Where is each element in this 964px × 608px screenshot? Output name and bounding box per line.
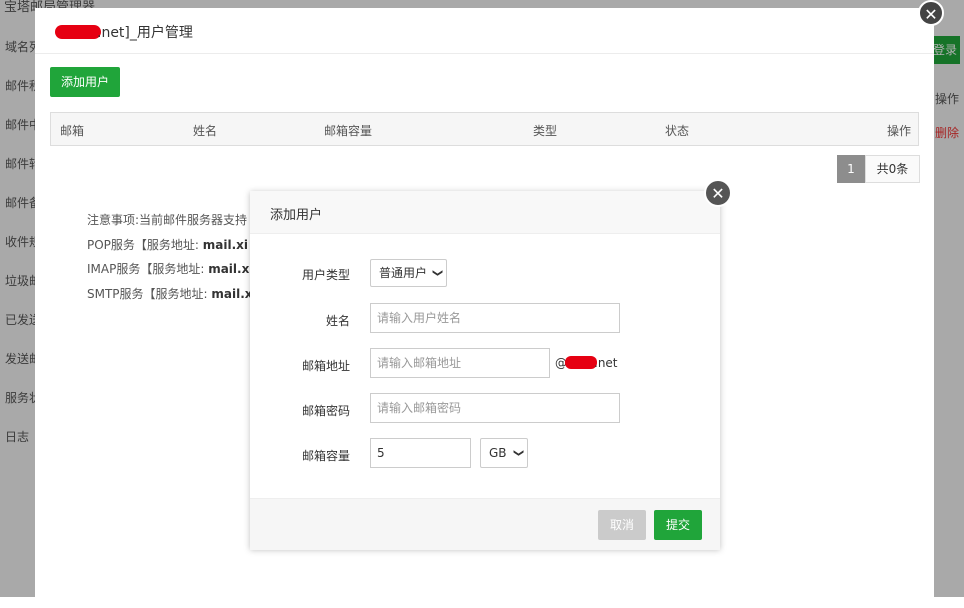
email-label: 邮箱地址 [301, 359, 350, 373]
column-type: 类型 [533, 124, 558, 138]
note-item: 注意事项:当前邮件服务器支持 [87, 208, 257, 233]
redaction-mark [55, 25, 101, 39]
password-label: 邮箱密码 [301, 404, 350, 418]
user-type-label: 用户类型 [301, 268, 350, 282]
dialog-close-icon[interactable]: ✕ [704, 179, 732, 207]
service-notes: 注意事项:当前邮件服务器支持 POP服务【服务地址: mail.xi IMAP服… [87, 208, 257, 306]
submit-button[interactable]: 提交 [654, 510, 702, 540]
dialog-footer: 取消 提交 [250, 498, 720, 550]
dialog-title: 添加用户 [270, 208, 323, 223]
quota-unit-select[interactable]: GB ❯ [480, 438, 528, 468]
column-status: 状态 [665, 124, 690, 138]
email-domain-suffix: @ .net [555, 356, 618, 370]
window-title: .net]_用户管理 [55, 22, 193, 42]
note-item: POP服务【服务地址: mail.xi [87, 233, 257, 258]
column-name: 姓名 [193, 124, 218, 138]
chevron-down-icon: ❯ [512, 448, 524, 458]
add-user-button[interactable]: 添加用户 [50, 67, 120, 97]
note-item: SMTP服务【服务地址: mail.x [87, 282, 257, 307]
chevron-down-icon: ❯ [431, 268, 443, 278]
quota-label: 邮箱容量 [301, 449, 350, 463]
window-header: .net]_用户管理 [35, 8, 934, 54]
column-email: 邮箱 [60, 124, 85, 138]
email-input[interactable] [370, 348, 550, 378]
redaction-mark [565, 356, 597, 369]
pagination-current-page[interactable]: 1 [837, 155, 865, 183]
password-input[interactable] [370, 393, 620, 423]
note-item: IMAP服务【服务地址: mail.x [87, 257, 257, 282]
user-type-value: 普通用户 [379, 266, 428, 280]
user-type-select[interactable]: 普通用户 ❯ [370, 259, 447, 287]
add-user-dialog: 添加用户 ✕ 用户类型 普通用户 ❯ 姓名 邮箱地址 @.net 邮箱密码 邮箱… [250, 179, 732, 550]
column-quota: 邮箱容量 [324, 124, 373, 138]
cancel-button[interactable]: 取消 [598, 510, 646, 540]
dialog-header: 添加用户 [250, 191, 720, 234]
close-icon[interactable]: ✕ [918, 0, 944, 26]
user-table-header: 邮箱 姓名 邮箱容量 类型 状态 操作 [50, 112, 919, 146]
window-title-text: .net]_用户管理 [97, 25, 193, 41]
name-label: 姓名 [325, 314, 350, 328]
name-input[interactable] [370, 303, 620, 333]
pagination-total: 共0条 [865, 155, 920, 183]
quota-input[interactable] [370, 438, 471, 468]
column-actions: 操作 [887, 124, 912, 138]
